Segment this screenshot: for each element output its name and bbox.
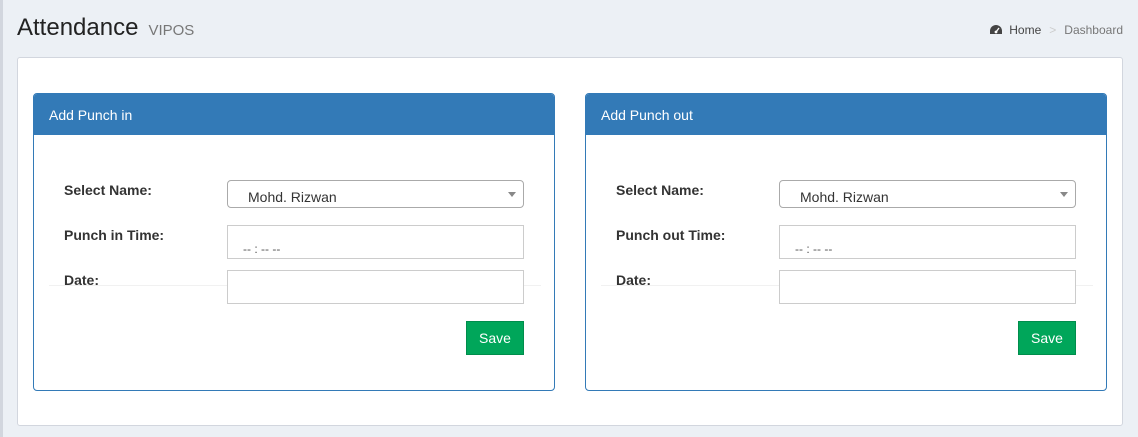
punch-out-date-input[interactable] bbox=[779, 270, 1076, 304]
punch-in-heading: Add Punch in bbox=[34, 94, 554, 135]
page-subtitle: VIPOS bbox=[148, 22, 195, 39]
punch-in-date-input[interactable] bbox=[227, 270, 524, 304]
breadcrumb-separator: > bbox=[1049, 23, 1057, 37]
dashboard-icon bbox=[990, 25, 1003, 34]
punch-out-panel: Add Punch out Select Name: Mohd. Rizwan … bbox=[585, 93, 1107, 391]
date-label: Date: bbox=[616, 272, 652, 288]
page-title: Attendance bbox=[17, 14, 139, 41]
punch-in-save-button[interactable]: Save bbox=[466, 321, 524, 355]
punch-in-name-select[interactable]: Mohd. Rizwan bbox=[227, 180, 524, 208]
punch-out-name-select[interactable]: Mohd. Rizwan bbox=[779, 180, 1076, 208]
select-name-label: Select Name: bbox=[64, 182, 152, 198]
window-edge bbox=[0, 0, 3, 437]
punch-in-panel: Add Punch in Select Name: Mohd. Rizwan P… bbox=[33, 93, 555, 391]
punch-out-time-input[interactable]: -- : -- -- bbox=[779, 225, 1076, 259]
punch-out-time-label: Punch out Time: bbox=[616, 227, 726, 243]
punch-out-heading: Add Punch out bbox=[586, 94, 1106, 135]
breadcrumb: Home > Dashboard bbox=[989, 23, 1123, 37]
breadcrumb-current: Dashboard bbox=[1064, 23, 1123, 37]
date-label: Date: bbox=[64, 272, 100, 288]
dropdown-arrow-icon bbox=[1060, 192, 1068, 197]
select-name-label: Select Name: bbox=[616, 182, 704, 198]
punch-out-name-value: Mohd. Rizwan bbox=[800, 189, 889, 205]
punch-in-time-input[interactable]: -- : -- -- bbox=[227, 225, 524, 259]
punch-out-save-button[interactable]: Save bbox=[1018, 321, 1076, 355]
punch-in-time-label: Punch in Time: bbox=[64, 227, 165, 243]
punch-out-time-value: -- : -- -- bbox=[795, 242, 833, 256]
punch-in-name-value: Mohd. Rizwan bbox=[248, 189, 337, 205]
punch-in-time-value: -- : -- -- bbox=[243, 242, 281, 256]
content-header: Attendance VIPOS bbox=[17, 14, 194, 44]
dropdown-arrow-icon bbox=[508, 192, 516, 197]
breadcrumb-home-link[interactable]: Home bbox=[1009, 23, 1041, 37]
